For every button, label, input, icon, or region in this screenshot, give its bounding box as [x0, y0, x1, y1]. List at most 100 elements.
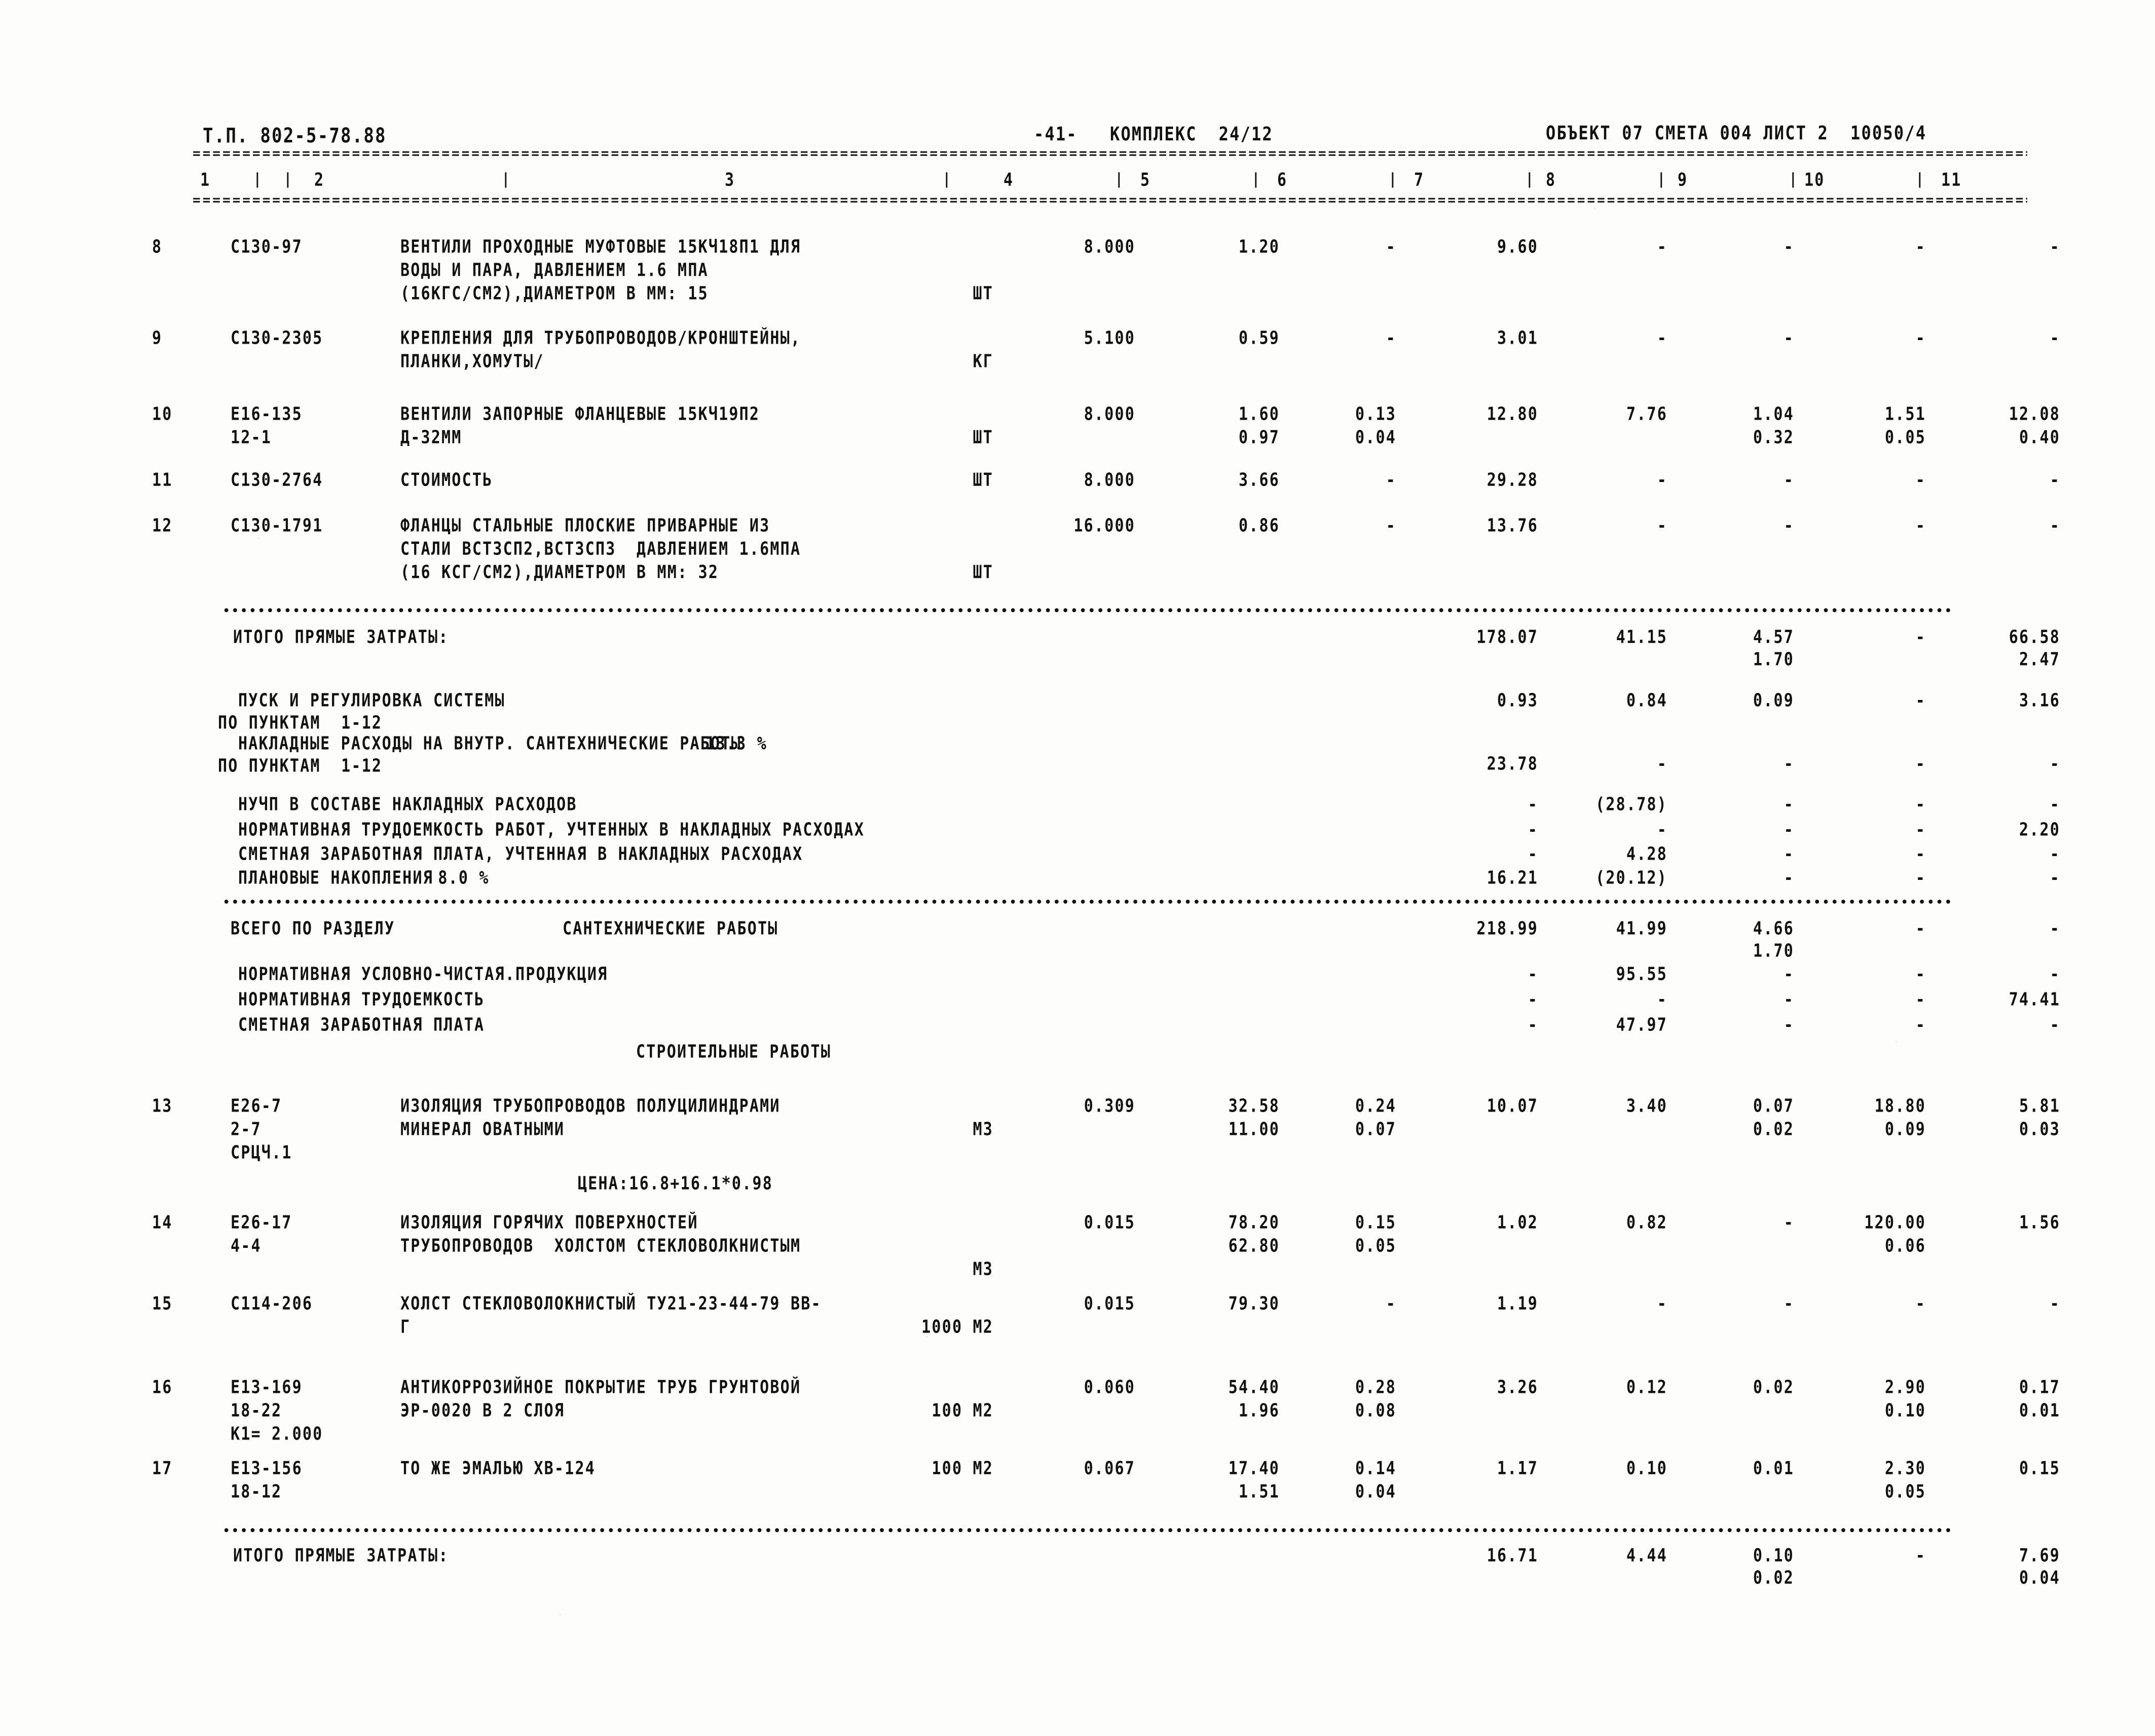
row-value-c9: - [1784, 515, 1794, 536]
overhead-value-c8: - [1657, 819, 1667, 840]
subtotal-value-c11: 2.47 [2019, 649, 2060, 670]
row-value-c6: 0.28 [1355, 1377, 1396, 1398]
column-tick: | [1252, 170, 1261, 189]
subtotal-value-c9: 1.70 [1753, 649, 1794, 670]
row-unit: М3 [973, 1119, 993, 1140]
row-description: КРЕПЛЕНИЯ ДЛЯ ТРУБОПРОВОДОВ/КРОНШТЕЙНЫ, [400, 327, 801, 349]
row-value-c5: 78.20 [1228, 1212, 1280, 1233]
overhead-value-c10: - [1915, 819, 1926, 840]
overhead-value-c7: 0.93 [1497, 690, 1538, 711]
column-number: 1 [200, 169, 211, 191]
column-tick: | [1657, 170, 1666, 189]
row-value-c7: 13.76 [1487, 515, 1538, 536]
row-value-c11: 5.81 [2019, 1095, 2060, 1117]
complex-label: КОМПЛЕКС 24/12 [1110, 122, 1273, 145]
section-total-value-c10: - [1915, 918, 1926, 939]
object-smeta-line: ОБЪЕКТ 07 СМЕТА 004 ЛИСТ 2 10050/4 [1546, 121, 1927, 144]
row-unit: 100 М2 [932, 1458, 993, 1479]
row-description: ВЕНТИЛИ ПРОХОДНЫЕ МУФТОВЫЕ 15КЧ18П1 ДЛЯ [400, 236, 801, 257]
row-value-c9: 0.32 [1753, 427, 1794, 448]
overhead-value-c9: - [1784, 867, 1794, 889]
row-value-c5: 11.00 [1228, 1119, 1280, 1140]
subtotal-value-c11: 0.04 [2019, 1567, 2060, 1589]
subtotal-value-c9: 0.02 [1753, 1567, 1794, 1589]
overhead-value-c8: (28.78) [1595, 794, 1667, 815]
row-value-c5: 32.58 [1228, 1095, 1280, 1117]
row-number: 9 [152, 327, 163, 349]
row-number: 13 [152, 1095, 173, 1117]
row-value-c5: 1.96 [1238, 1400, 1280, 1421]
row-value-c6: - [1386, 236, 1396, 257]
section-title-construction: СТРОИТЕЛЬНЫЕ РАБОТЫ [636, 1041, 831, 1062]
row-value-c9: 0.02 [1753, 1119, 1794, 1140]
column-number: 2 [314, 169, 325, 191]
column-number: 4 [1004, 169, 1014, 191]
row-value-c9: 1.04 [1753, 403, 1794, 425]
row-unit: 100 М2 [932, 1400, 993, 1421]
row-value-c4: 0.060 [1084, 1377, 1135, 1398]
header-rule-top: ========================================… [193, 147, 2027, 160]
column-tick: | [1916, 170, 1925, 189]
row-value-c7: 9.60 [1497, 236, 1538, 257]
column-number: 10 [1804, 169, 1825, 191]
row-value-c5: 17.40 [1228, 1458, 1280, 1479]
overhead-label: ПЛАНОВЫЕ НАКОПЛЕНИЯ [238, 867, 433, 889]
row-value-c11: - [2050, 469, 2060, 491]
row-value-c10: 2.90 [1884, 1377, 1926, 1398]
row-value-c10: - [1915, 469, 1926, 491]
row-value-c8: - [1657, 327, 1667, 349]
row-value-c9: - [1784, 469, 1794, 491]
section-extra-value-c8: 95.55 [1616, 964, 1667, 985]
row-unit: КГ [973, 351, 993, 372]
section-extra-label: НОРМАТИВНАЯ ТРУДОЕМКОСТЬ [238, 989, 485, 1010]
overhead-value-c7: - [1528, 819, 1538, 840]
row-value-c10: - [1915, 236, 1926, 257]
column-tick: | [1526, 170, 1535, 189]
overhead-value-c11: 2.20 [2019, 819, 2060, 840]
section-extra-value-c7: - [1528, 1014, 1538, 1036]
row-value-c11: 0.01 [2019, 1400, 2060, 1421]
subtotal-value-c10: - [1915, 1545, 1926, 1566]
overhead-label: НУЧП В СОСТАВЕ НАКЛАДНЫХ РАСХОДОВ [238, 794, 577, 815]
row-value-c4: 0.309 [1084, 1095, 1135, 1117]
row-value-c4: 8.000 [1084, 236, 1135, 257]
section-extra-value-c9: - [1784, 964, 1794, 985]
row-number: 17 [152, 1458, 173, 1479]
section-extra-value-c10: - [1915, 989, 1926, 1010]
row-value-c10: 0.10 [1884, 1400, 1926, 1421]
row-value-c9: - [1784, 236, 1794, 257]
section-extra-value-c11: - [2050, 1014, 2060, 1036]
section-extra-value-c9: - [1784, 989, 1794, 1010]
subtotal-value-c9: 4.57 [1753, 626, 1794, 648]
row-value-c5: 1.60 [1238, 403, 1280, 425]
row-value-c8: 7.76 [1626, 403, 1667, 425]
subtotal-label: ИТОГО ПРЯМЫЕ ЗАТРАТЫ: [233, 1545, 449, 1566]
row-code: К1= 2.000 [231, 1423, 323, 1445]
row-value-c4: 8.000 [1084, 469, 1135, 491]
section-extra-value-c7: - [1528, 964, 1538, 985]
row-value-c7: 3.26 [1497, 1377, 1538, 1398]
section-extra-label: НОРМАТИВНАЯ УСЛОВНО-ЧИСТАЯ.ПРОДУКЦИЯ [238, 964, 608, 985]
row-value-c5: 54.40 [1228, 1377, 1280, 1398]
row-value-c6: 0.08 [1355, 1400, 1396, 1421]
section-extra-value-c11: - [2050, 964, 2060, 985]
row-value-c9: 0.07 [1753, 1095, 1794, 1117]
row-description: ВОДЫ И ПАРА, ДАВЛЕНИЕМ 1.6 МПА [400, 260, 709, 281]
row-value-c10: 0.05 [1884, 1481, 1926, 1502]
row-value-c6: - [1386, 327, 1396, 349]
row-value-c11: - [2050, 1293, 2060, 1314]
row-value-c9: - [1784, 327, 1794, 349]
row-value-c4: 16.000 [1073, 515, 1135, 536]
row-value-c6: 0.04 [1355, 427, 1396, 448]
row-value-c5: 0.97 [1238, 427, 1280, 448]
doc-code: Т.П. 802-5-78.88 [203, 124, 387, 148]
row-value-c11: 0.40 [2019, 427, 2060, 448]
column-tick: | [1789, 170, 1798, 189]
row-number: 10 [152, 403, 173, 425]
column-tick: | [943, 170, 952, 189]
column-tick: | [253, 170, 263, 189]
row-value-c10: 0.06 [1884, 1235, 1926, 1257]
row-value-c11: 0.03 [2019, 1119, 2060, 1140]
row-unit: ШТ [973, 283, 993, 304]
subtotal-value-c11: 66.58 [2009, 626, 2060, 648]
